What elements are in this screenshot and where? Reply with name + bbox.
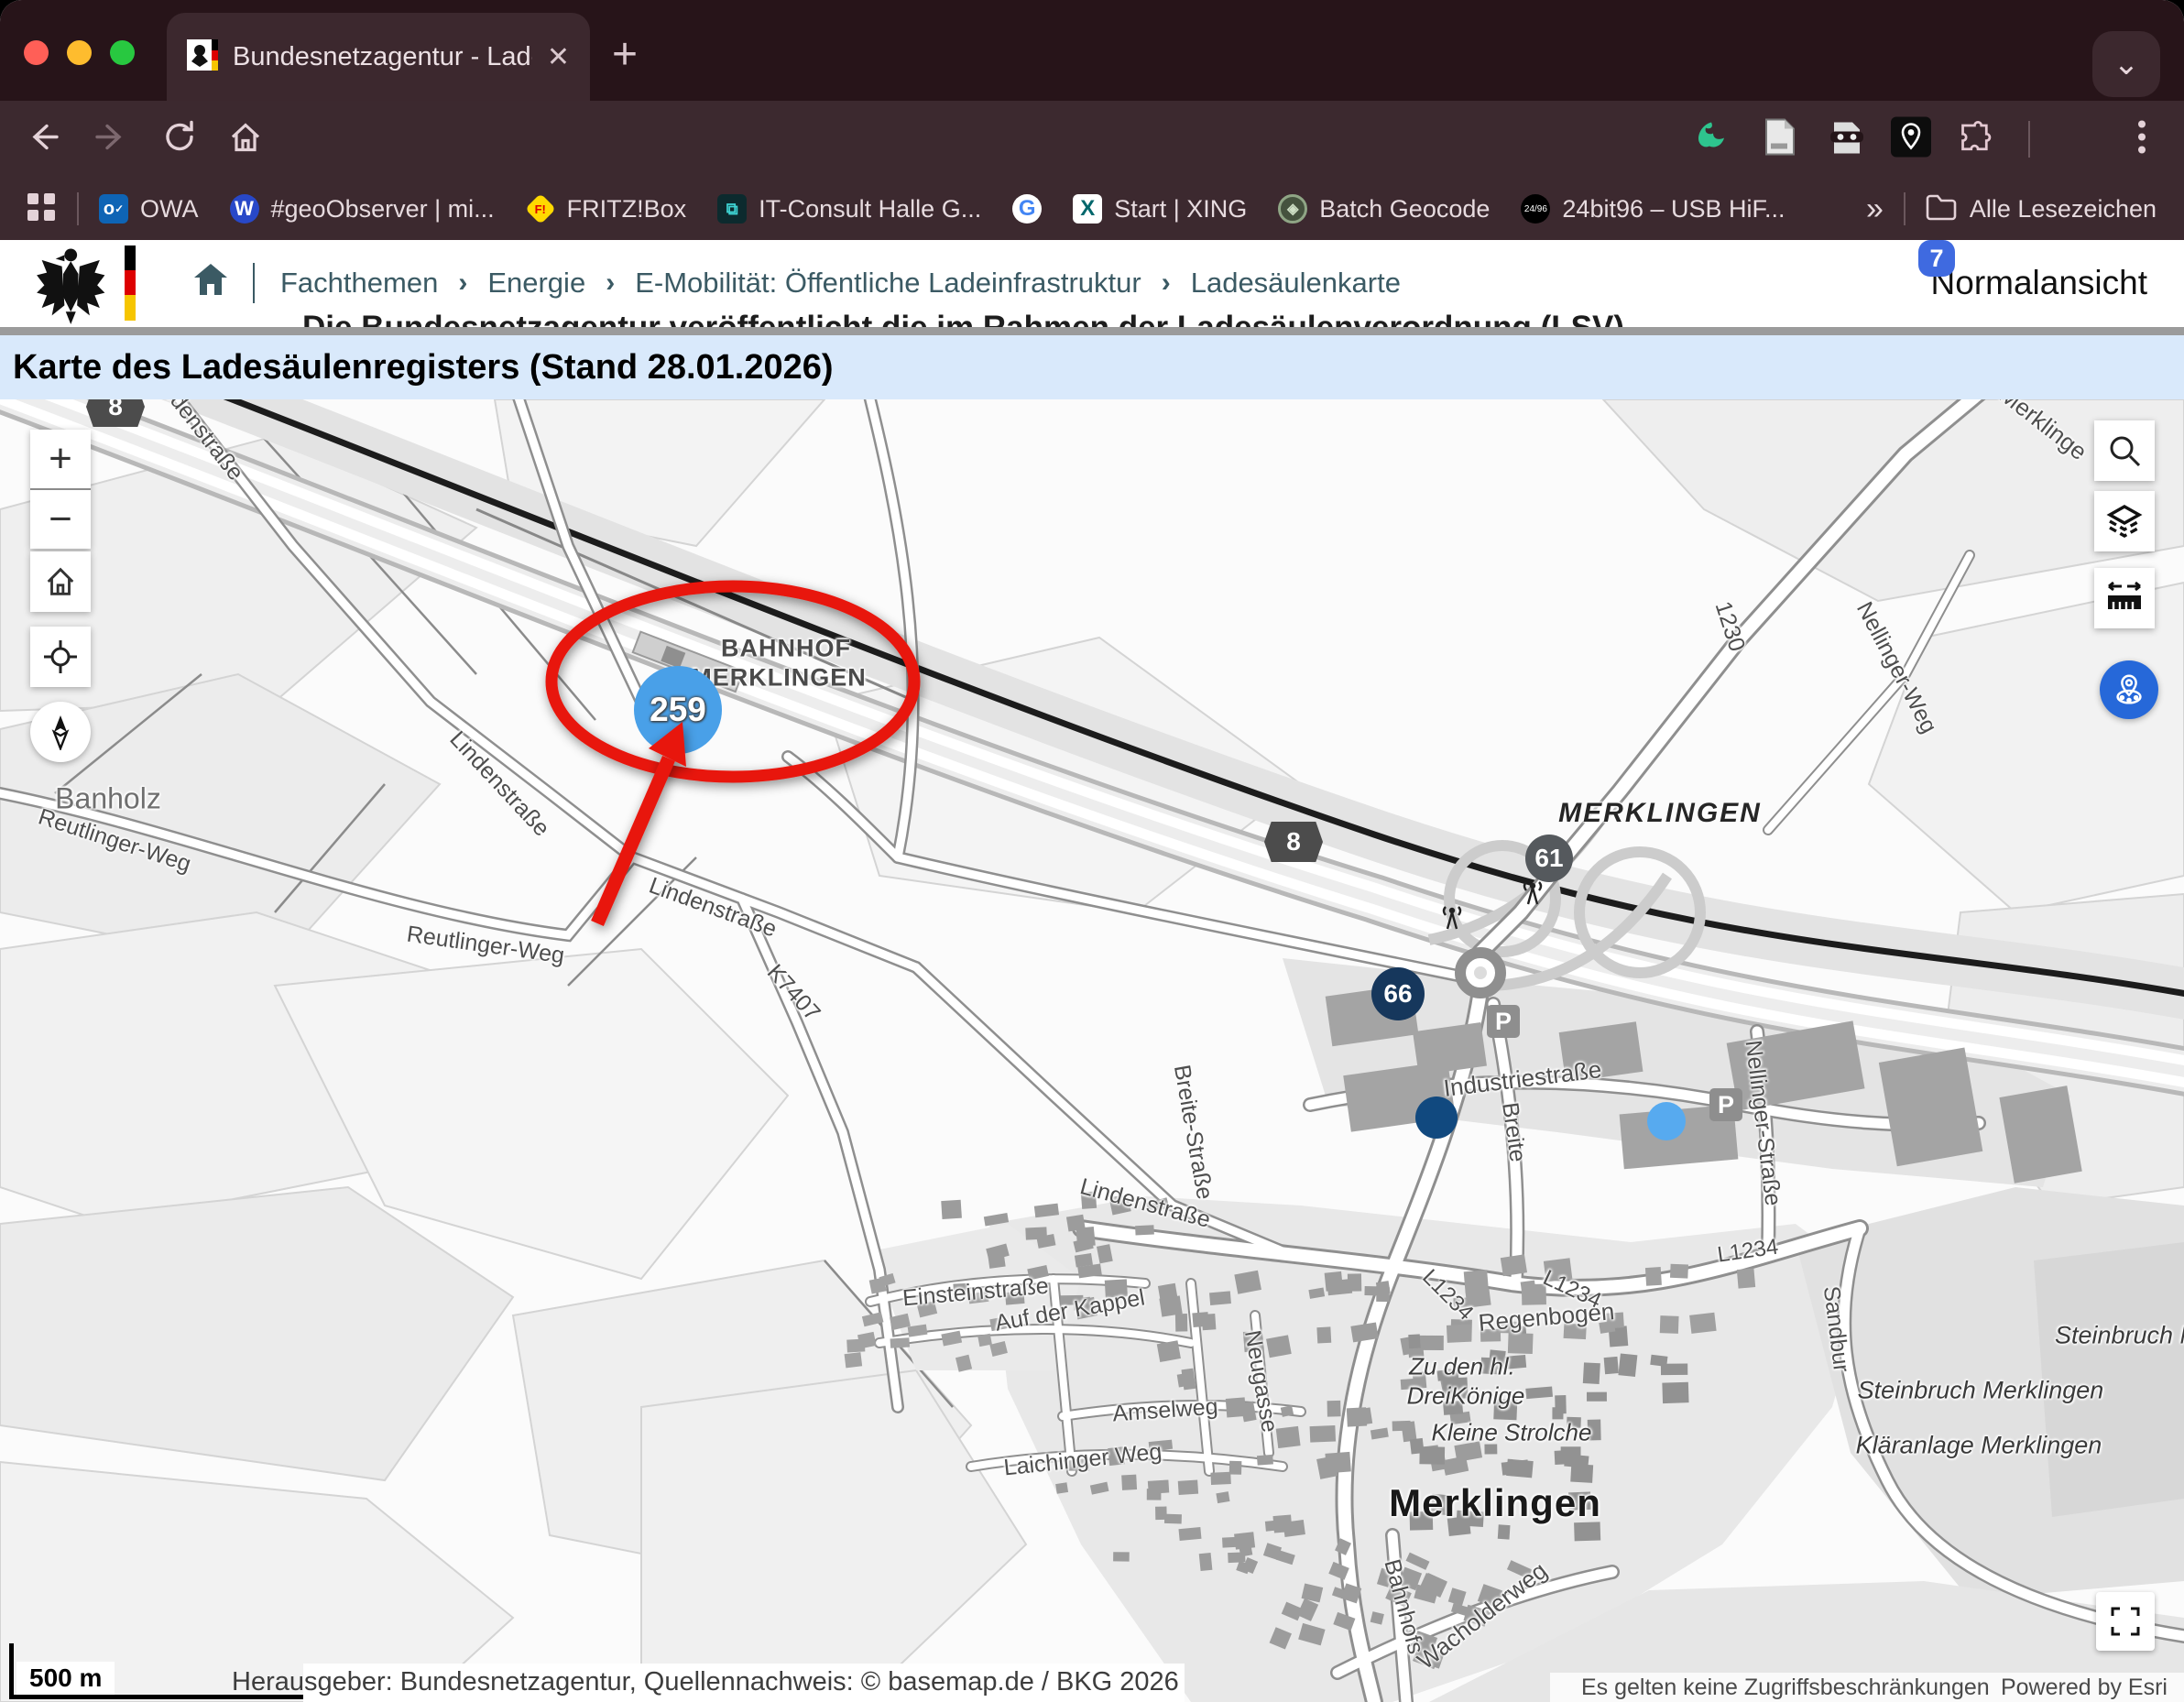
locate-button[interactable] <box>30 627 91 687</box>
chevron-right-icon: › <box>1162 267 1171 299</box>
extension-badge: 7 <box>1918 240 1955 277</box>
bookmarks-overflow-button[interactable]: » <box>1866 191 1884 227</box>
content-divider <box>0 327 2184 335</box>
zoom-control: + − <box>30 430 91 549</box>
tab-strip: Bundesnetzagentur - Ladesä ✕ + ⌄ <box>0 0 2184 101</box>
measure-button[interactable] <box>2094 568 2155 628</box>
breadcrumb-item[interactable]: Energie <box>487 267 585 300</box>
map-title-bar: Karte des Ladesäulenregisters (Stand 28.… <box>0 335 2184 399</box>
tab-title: Bundesnetzagentur - Ladesä <box>233 42 532 72</box>
bookmark-item[interactable]: G <box>1012 194 1042 224</box>
chevron-right-icon: › <box>606 267 615 299</box>
extensions-puzzle-icon[interactable] <box>1957 119 1993 160</box>
bookmarks-bar: o✓OWA W#geoObserver | mi... F!FRITZ!Box ⧉IT… <box>0 178 2184 240</box>
home-button[interactable] <box>227 119 264 160</box>
powered-by-esri[interactable]: Powered by Esri <box>2001 1675 2168 1701</box>
extension-geolocation-icon[interactable] <box>1891 117 1931 162</box>
new-tab-button[interactable]: + <box>612 35 638 75</box>
fullscreen-button[interactable] <box>2096 1592 2155 1651</box>
tab-favicon <box>187 39 218 75</box>
search-button[interactable] <box>2094 420 2155 481</box>
zoom-in-button[interactable]: + <box>30 430 91 488</box>
map-title: Karte des Ladesäulenregisters (Stand 28.… <box>13 335 834 399</box>
bookmarks-divider2 <box>1904 192 1906 225</box>
browser-toolbar: bundesnetzagentur.de/DE/Fachthemen/Elekt… <box>0 101 2184 178</box>
bookmark-item[interactable]: XStart | XING <box>1073 194 1247 224</box>
bookmark-item[interactable]: W#geoObserver | mi... <box>230 194 495 224</box>
breadcrumb-item[interactable]: Ladesäulenkarte <box>1191 267 1401 300</box>
esri-attribution: Es gelten keine Zugriffsbeschränkungen P… <box>1550 1673 2184 1702</box>
apps-grid-icon[interactable] <box>26 191 57 227</box>
close-window-button[interactable] <box>24 40 49 65</box>
chevron-down-icon: ⌄ <box>2113 46 2140 82</box>
bookmark-item[interactable]: F!FRITZ!Box <box>526 194 687 224</box>
attribution-text: Herausgeber: Bundesnetzagentur, Quellenn… <box>232 1667 1179 1697</box>
folder-icon <box>1926 193 1957 225</box>
all-bookmarks-button[interactable]: Alle Lesezeichen <box>1970 195 2157 224</box>
access-note: Es gelten keine Zugriffsbeschränkungen <box>1581 1675 1990 1701</box>
bookmark-item[interactable]: ◈Batch Geocode <box>1278 194 1490 224</box>
menu-kebab-icon[interactable] <box>2137 119 2146 160</box>
maximize-window-button[interactable] <box>110 40 135 65</box>
breadcrumb-home-icon[interactable] <box>194 264 227 302</box>
map-canvas[interactable]: BAHNHOFMERKLINGENBanholzReutlinger-WegRe… <box>0 399 2184 1702</box>
basemap <box>0 399 2184 1702</box>
zoom-out-button[interactable]: − <box>30 490 91 549</box>
bookmarks-divider <box>77 192 79 225</box>
home-extent-button[interactable] <box>30 551 91 612</box>
nearby-stations-button[interactable] <box>2100 660 2158 719</box>
tab-close-icon[interactable]: ✕ <box>547 41 570 73</box>
back-button[interactable] <box>24 119 60 160</box>
extension-page-icon[interactable] <box>1763 118 1796 161</box>
bookmark-item[interactable]: ⧉IT-Consult Halle G... <box>717 194 981 224</box>
breadcrumb-item[interactable]: E-Mobilität: Öffentliche Ladeinfrastrukt… <box>635 267 1141 300</box>
clipped-heading: Die Bundesnetzagentur veröffentlicht die… <box>0 310 2184 327</box>
bookmarks-list: o✓OWA W#geoObserver | mi... F!FRITZ!Box ⧉IT… <box>99 194 1817 224</box>
minimize-window-button[interactable] <box>67 40 92 65</box>
forward-button[interactable] <box>93 119 130 160</box>
compass-button[interactable] <box>30 702 91 762</box>
scale-label: 500 m <box>16 1662 115 1695</box>
bookmark-item[interactable]: o✓OWA <box>99 194 199 224</box>
chevron-right-icon: › <box>458 267 467 299</box>
toolbar-divider <box>2028 121 2030 158</box>
bookmark-item[interactable]: 24/9624bit96 – USB HiF... <box>1521 194 1785 224</box>
extension-colorzilla-icon[interactable] <box>1693 119 1730 160</box>
browser-window: Bundesnetzagentur - Ladesä ✕ + ⌄ bundesn… <box>0 0 2184 1702</box>
layers-button[interactable] <box>2094 491 2155 551</box>
reload-button[interactable] <box>161 119 198 160</box>
extension-privacy-mask-icon[interactable] <box>1829 119 1865 160</box>
browser-tab[interactable]: Bundesnetzagentur - Ladesä ✕ <box>167 13 590 101</box>
breadcrumb-item[interactable]: Fachthemen <box>280 267 438 300</box>
tab-search-button[interactable]: ⌄ <box>2092 31 2160 97</box>
